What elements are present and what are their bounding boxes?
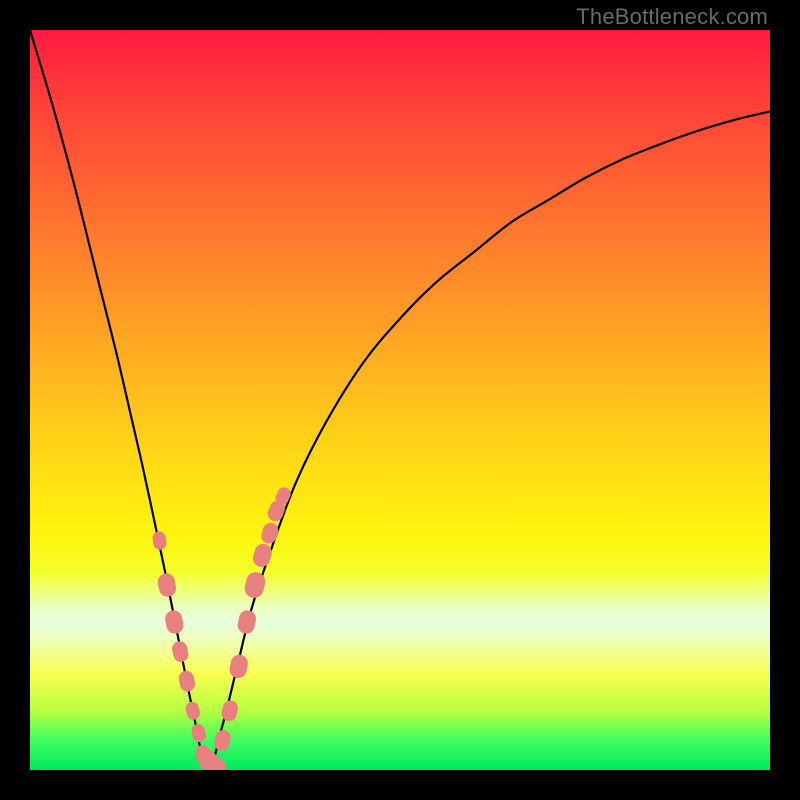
curve-marker (259, 521, 280, 545)
curve-marker (220, 699, 239, 723)
curve-marker (184, 700, 201, 721)
curve-marker (213, 728, 233, 752)
curve-marker (236, 609, 257, 635)
curve-svg (30, 30, 770, 770)
curve-marker (156, 572, 177, 598)
curve-marker (171, 640, 190, 664)
curve-marker (228, 653, 249, 679)
curve-marker (251, 542, 274, 569)
bottleneck-curve (30, 30, 770, 770)
plot-area (30, 30, 770, 770)
curve-marker (177, 669, 196, 693)
curve-marker (164, 609, 185, 635)
watermark-text: TheBottleneck.com (576, 4, 768, 30)
curve-marker (190, 723, 207, 744)
chart-frame: TheBottleneck.com (0, 0, 800, 800)
curve-marker (151, 531, 167, 551)
